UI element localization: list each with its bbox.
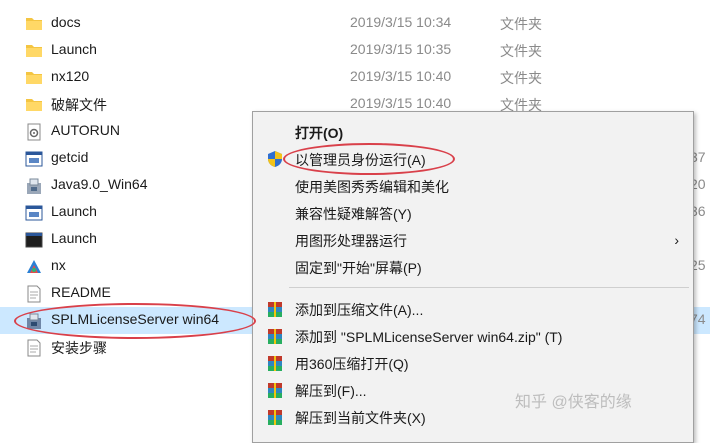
- watermark: 知乎 @侠客的缘: [515, 394, 632, 411]
- menu-item-add-to-archive[interactable]: 添加到压缩文件(A)...: [253, 295, 693, 322]
- text-file-icon: [27, 285, 41, 303]
- menu-item-run-with-gpu[interactable]: 用图形处理器运行 ›: [253, 226, 693, 253]
- app-window-icon: [25, 205, 43, 221]
- uac-shield-icon: [268, 151, 282, 167]
- installer-icon: [27, 313, 41, 329]
- menu-item-label: 使用美图秀秀编辑和美化: [295, 179, 449, 195]
- file-name: AUTORUN: [51, 122, 120, 138]
- file-type: 文件夹: [500, 16, 542, 32]
- file-name: getcid: [51, 149, 89, 165]
- menu-item-label: 打开(O): [295, 125, 344, 141]
- file-name: 安装步骤: [51, 340, 107, 356]
- folder-icon: [26, 18, 42, 30]
- file-row-launch-folder[interactable]: Launch 2019/3/15 10:35 文件夹: [0, 37, 710, 64]
- archive-icon: [268, 410, 282, 425]
- file-date: 2019/3/15 10:35: [350, 41, 452, 57]
- file-date: 2019/3/15 10:34: [350, 14, 452, 30]
- menu-item-add-to-zip[interactable]: 添加到 "SPLMLicenseServer win64.zip" (T): [253, 322, 693, 349]
- menu-separator: [289, 287, 689, 288]
- settings-file-icon: [27, 123, 41, 141]
- menu-item-pin-to-start[interactable]: 固定到"开始"屏幕(P): [253, 253, 693, 280]
- file-name: nx: [51, 257, 66, 273]
- file-name: Launch: [51, 41, 97, 57]
- file-type: 文件夹: [500, 43, 542, 59]
- file-row-docs[interactable]: docs 2019/3/15 10:34 文件夹: [0, 10, 710, 37]
- console-window-icon: [25, 232, 43, 248]
- archive-icon: [268, 383, 282, 398]
- file-name: README: [51, 284, 111, 300]
- menu-item-label: 用图形处理器运行: [295, 233, 407, 249]
- file-name: 破解文件: [51, 97, 107, 113]
- file-name: docs: [51, 14, 81, 30]
- folder-icon: [26, 99, 42, 111]
- menu-item-open-with-360[interactable]: 用360压缩打开(Q): [253, 349, 693, 376]
- menu-item-label: 解压到(F)...: [295, 383, 367, 399]
- nx-logo-icon: [27, 260, 41, 273]
- folder-icon: [26, 45, 42, 57]
- menu-item-label: 解压到当前文件夹(X): [295, 410, 426, 426]
- menu-item-label: 固定到"开始"屏幕(P): [295, 260, 422, 276]
- file-name: Launch: [51, 230, 97, 246]
- menu-item-label: 添加到压缩文件(A)...: [295, 302, 424, 318]
- menu-item-meitu-edit[interactable]: 使用美图秀秀编辑和美化: [253, 172, 693, 199]
- file-type: 文件夹: [500, 70, 542, 86]
- file-name: SPLMLicenseServer win64: [51, 311, 220, 327]
- menu-item-compatibility-troubleshoot[interactable]: 兼容性疑难解答(Y): [253, 199, 693, 226]
- chevron-right-icon: ›: [674, 232, 679, 248]
- file-date: 2019/3/15 10:40: [350, 68, 452, 84]
- app-window-icon: [25, 151, 43, 167]
- archive-icon: [268, 356, 282, 371]
- text-file-icon: [27, 339, 41, 357]
- menu-item-label: 添加到 "SPLMLicenseServer win64.zip" (T): [295, 329, 563, 345]
- file-row-nx120[interactable]: nx120 2019/3/15 10:40 文件夹: [0, 64, 710, 91]
- file-name: Launch: [51, 203, 97, 219]
- menu-item-open[interactable]: 打开(O): [253, 118, 693, 145]
- menu-item-label: 以管理员身份运行(A): [295, 152, 426, 168]
- folder-icon: [26, 72, 42, 84]
- menu-item-run-as-admin[interactable]: 以管理员身份运行(A): [253, 145, 693, 172]
- archive-icon: [268, 329, 282, 344]
- menu-item-label: 兼容性疑难解答(Y): [295, 206, 412, 222]
- installer-icon: [27, 178, 41, 194]
- archive-icon: [268, 302, 282, 317]
- file-date: 2019/3/15 10:40: [350, 95, 452, 111]
- menu-item-label: 用360压缩打开(Q): [295, 356, 409, 372]
- file-name: nx120: [51, 68, 90, 84]
- file-name: Java9.0_Win64: [51, 176, 148, 192]
